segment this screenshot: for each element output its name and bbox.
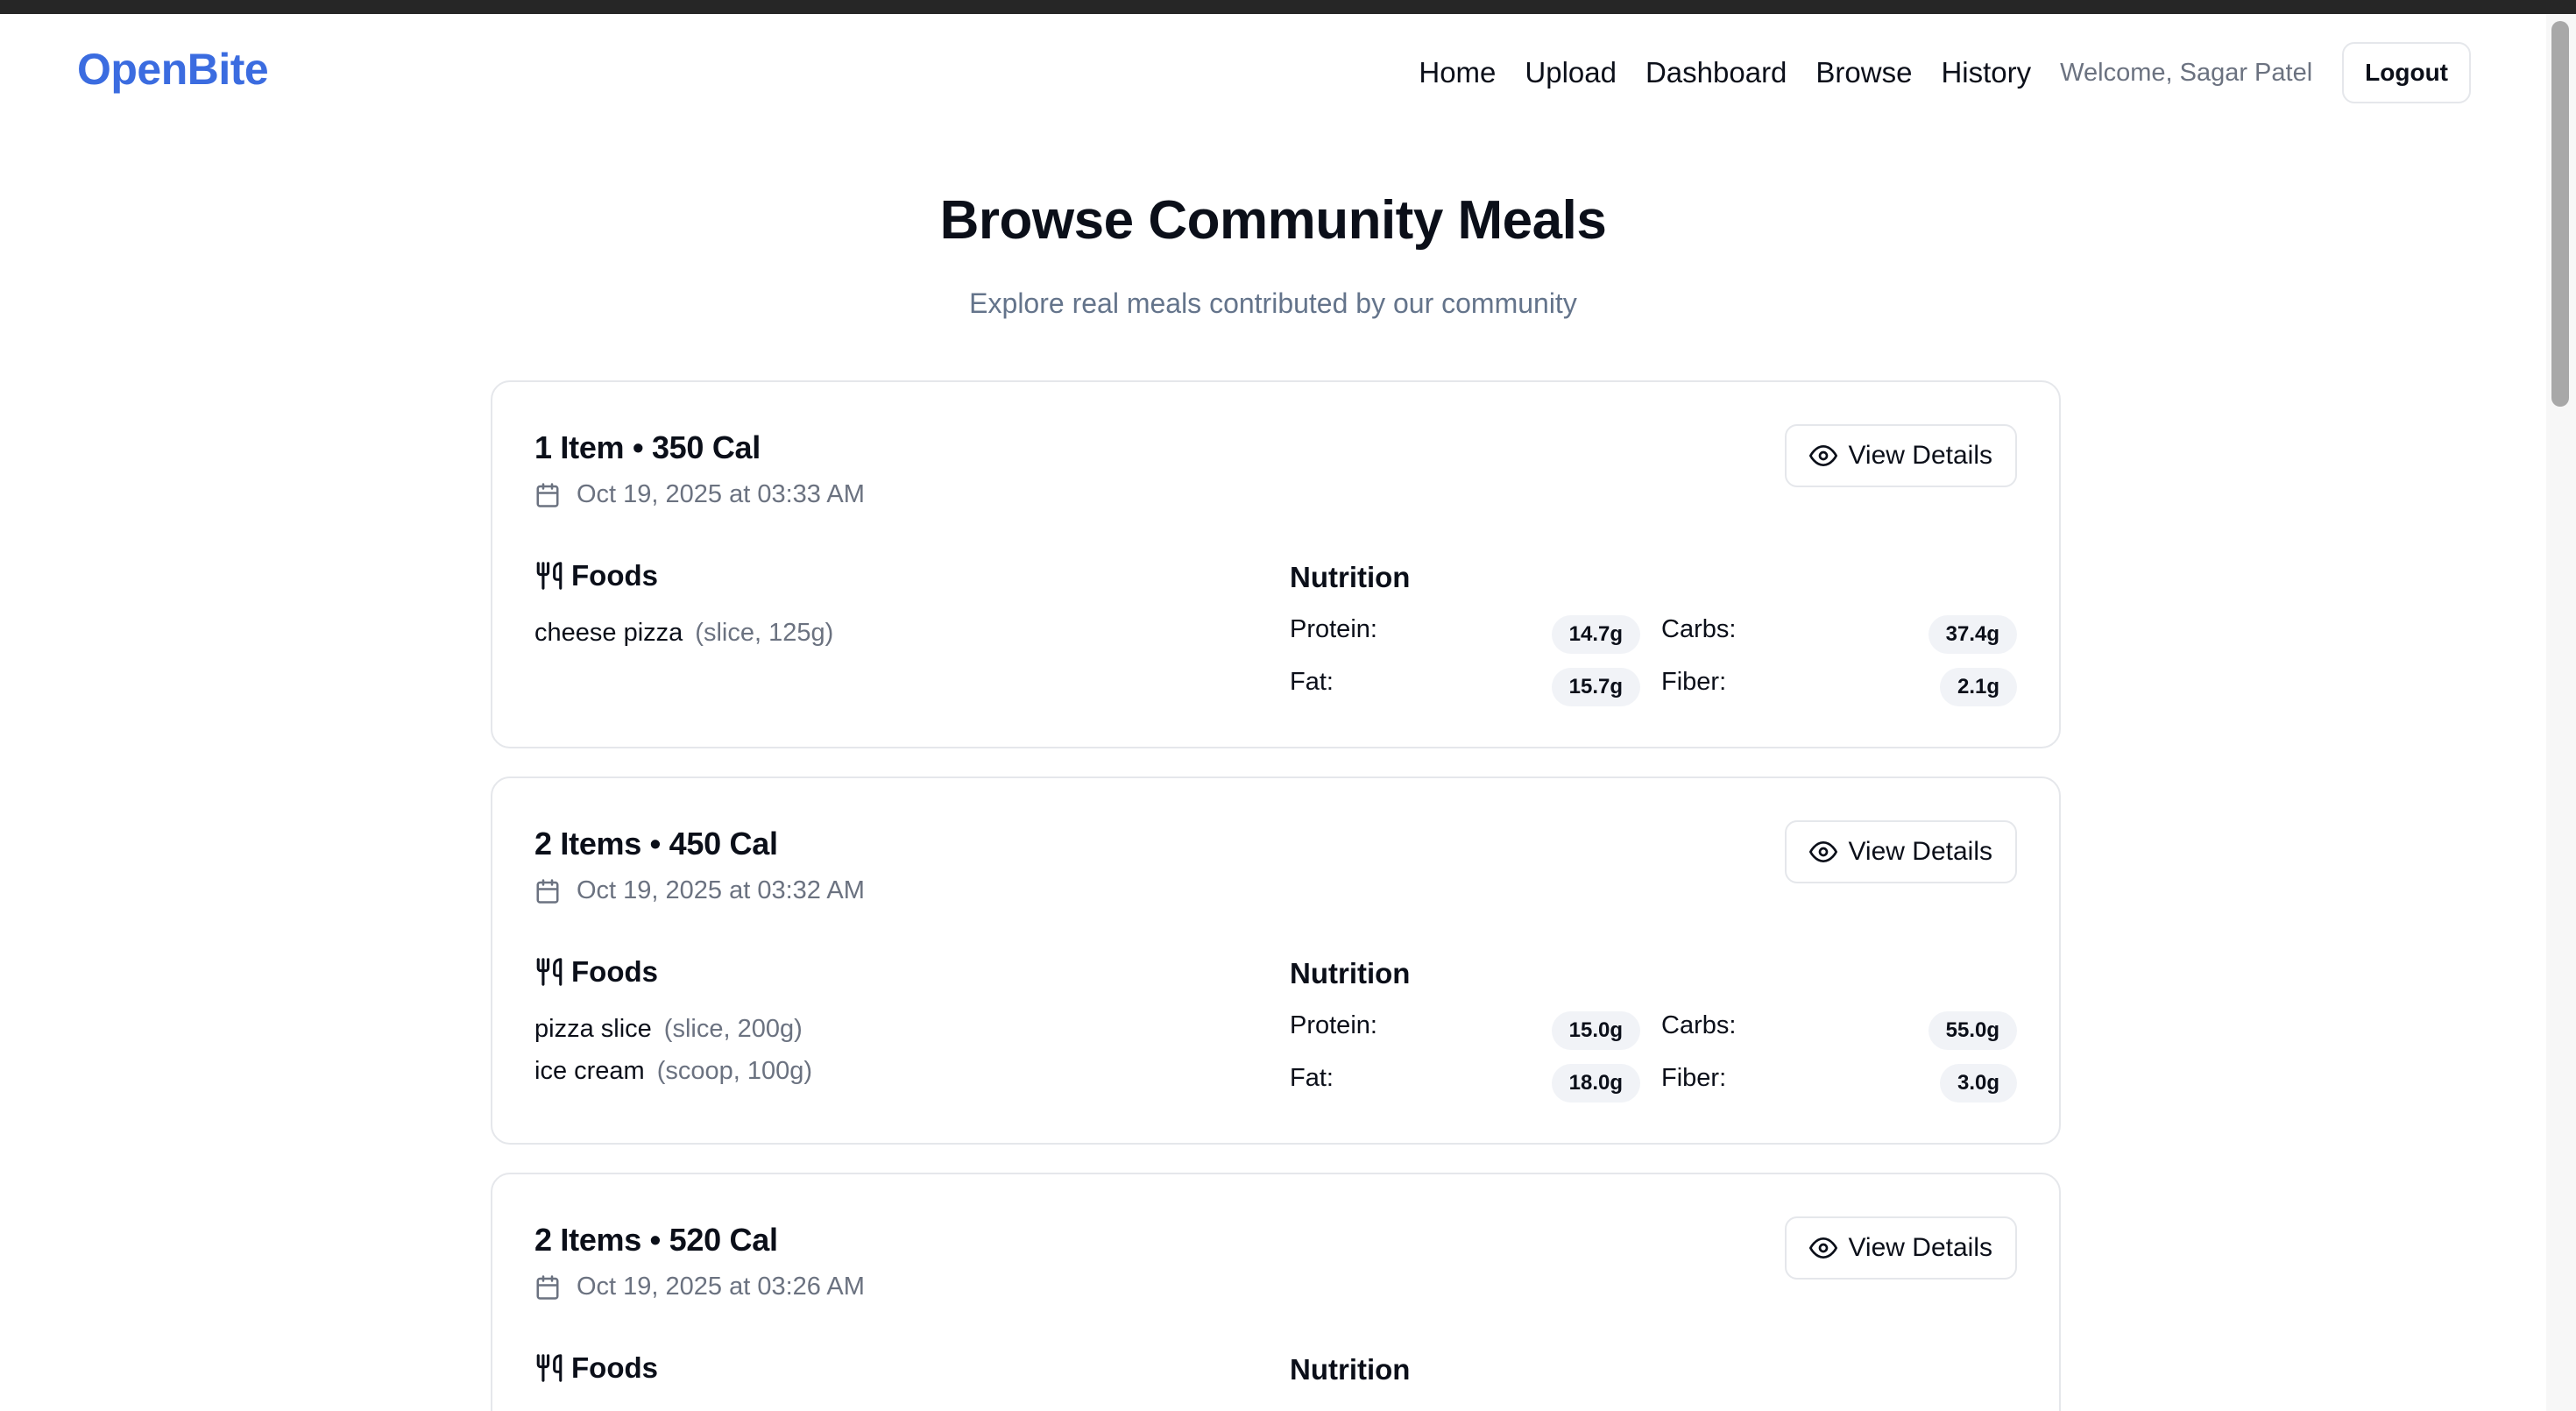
view-details-button[interactable]: View Details (1785, 424, 2017, 487)
calendar-icon (536, 1274, 559, 1300)
foods-heading: Foods (534, 955, 658, 989)
main-nav: Home Upload Dashboard Browse History Wel… (1419, 42, 2471, 103)
foods-heading-label: Foods (571, 559, 658, 592)
foods-heading-label: Foods (571, 955, 658, 988)
meal-date: Oct 19, 2025 at 03:26 AM (534, 1273, 865, 1301)
calendar-icon (536, 878, 559, 904)
food-item: pizza slice (slice, 200g) (534, 1008, 812, 1050)
fat-value: 15.7g (1551, 668, 1640, 706)
view-details-label: View Details (1848, 1233, 1992, 1262)
food-list: pizza slice (slice, 200g) ice cream (scoop… (534, 1008, 812, 1092)
eye-icon (1809, 1237, 1838, 1259)
fiber-value: 3.0g (1939, 1064, 2017, 1103)
page-subtitle: Explore real meals contributed by our co… (969, 287, 1577, 319)
food-item: cheese pizza (slice, 125g) (534, 612, 833, 654)
foods-heading: Foods (534, 1351, 658, 1385)
food-portion: (slice, 125g) (695, 619, 834, 647)
protein-value: 14.7g (1551, 615, 1640, 654)
fiber-value: 2.1g (1939, 668, 2017, 706)
meal-date: Oct 19, 2025 at 03:32 AM (534, 876, 865, 905)
food-portion: (slice, 200g) (663, 1015, 803, 1043)
meal-title: 1 Item • 350 Cal (534, 429, 761, 465)
foods-heading-label: Foods (571, 1351, 658, 1384)
page-title: Browse Community Meals (939, 190, 1607, 251)
view-details-button[interactable]: View Details (1785, 820, 2017, 883)
carbs-value: 37.4g (1928, 615, 2017, 654)
food-list: cheese pizza (slice, 125g) (534, 612, 833, 654)
carbs-label: Carbs: (1661, 1011, 1737, 1039)
utensils-icon (536, 958, 563, 986)
nav-browse[interactable]: Browse (1815, 56, 1912, 89)
meal-date: Oct 19, 2025 at 03:33 AM (534, 480, 865, 509)
fat-value: 18.0g (1551, 1064, 1640, 1103)
food-item: ice cream (scoop, 100g) (534, 1050, 812, 1092)
nav-history[interactable]: History (1941, 56, 2031, 89)
fat-label: Fat: (1290, 1064, 1334, 1092)
welcome-text: Welcome, Sagar Patel (2060, 58, 2313, 87)
food-name: pizza slice (534, 1015, 652, 1043)
logout-button[interactable]: Logout (2342, 42, 2471, 103)
meal-card-1: 1 Item • 350 Cal Oct 19, 2025 at 03:33 A… (491, 380, 2061, 748)
view-details-label: View Details (1848, 837, 1992, 866)
utensils-icon (536, 1354, 563, 1382)
meal-date-text: Oct 19, 2025 at 03:32 AM (577, 876, 865, 904)
meal-title: 2 Items • 450 Cal (534, 826, 778, 861)
food-portion: (scoop, 100g) (656, 1057, 813, 1085)
meal-title: 2 Items • 520 Cal (534, 1222, 778, 1258)
logo[interactable]: OpenBite (77, 44, 269, 95)
scrollbar-thumb[interactable] (2551, 21, 2569, 407)
nav-dashboard[interactable]: Dashboard (1645, 56, 1787, 89)
meal-date-text: Oct 19, 2025 at 03:26 AM (577, 1273, 865, 1301)
nav-upload[interactable]: Upload (1525, 56, 1617, 89)
nutrition-heading: Nutrition (1290, 1353, 1411, 1386)
nutrition-heading: Nutrition (1290, 957, 1411, 989)
food-name: cheese pizza (534, 619, 683, 647)
calendar-icon (536, 482, 559, 507)
view-details-button[interactable]: View Details (1785, 1216, 2017, 1280)
protein-label: Protein: (1290, 1011, 1377, 1039)
eye-icon (1809, 841, 1838, 862)
browser-top-bar (0, 0, 2576, 14)
nutrition-heading: Nutrition (1290, 561, 1411, 593)
eye-icon (1809, 445, 1838, 466)
fat-label: Fat: (1290, 668, 1334, 696)
fiber-label: Fiber: (1661, 668, 1727, 696)
meal-card-2: 2 Items • 450 Cal Oct 19, 2025 at 03:32 … (491, 776, 2061, 1145)
fiber-label: Fiber: (1661, 1064, 1727, 1092)
foods-heading: Foods (534, 559, 658, 592)
protein-value: 15.0g (1551, 1011, 1640, 1050)
food-name: ice cream (534, 1057, 645, 1085)
meal-card-3: 2 Items • 520 Cal Oct 19, 2025 at 03:26 … (491, 1173, 2061, 1411)
utensils-icon (536, 562, 563, 590)
view-details-label: View Details (1848, 441, 1992, 470)
nav-home[interactable]: Home (1419, 56, 1496, 89)
meal-date-text: Oct 19, 2025 at 03:33 AM (577, 480, 865, 508)
protein-label: Protein: (1290, 615, 1377, 643)
carbs-label: Carbs: (1661, 615, 1737, 643)
carbs-value: 55.0g (1928, 1011, 2017, 1050)
